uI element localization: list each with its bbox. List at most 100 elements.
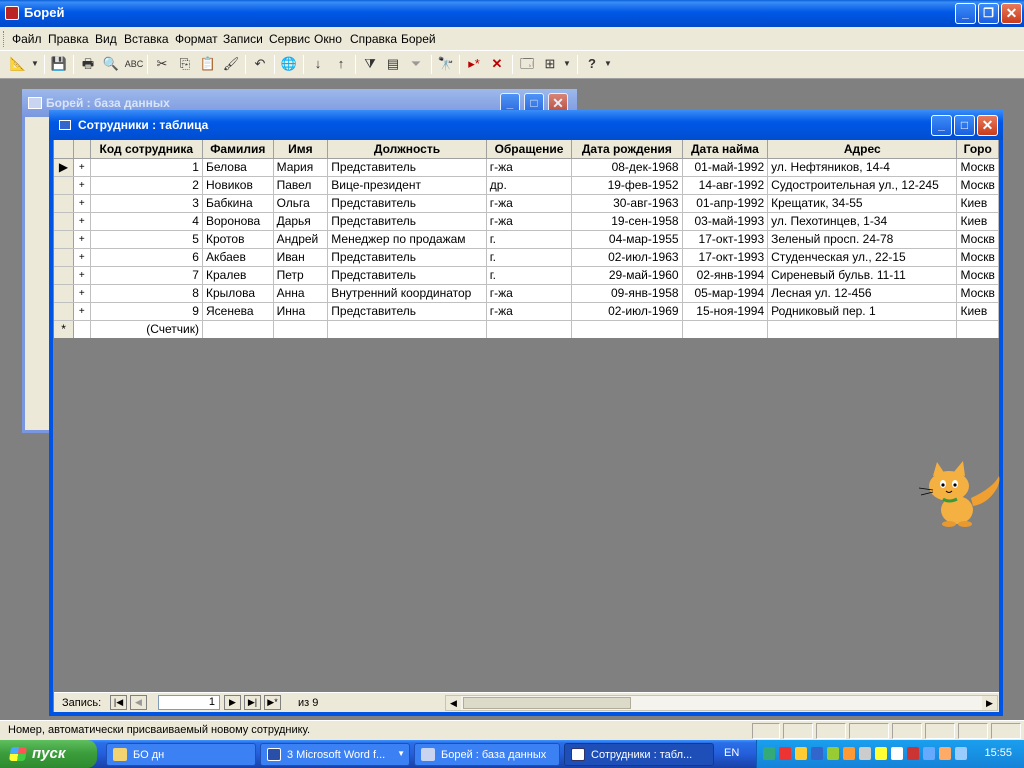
table-cell[interactable]: 19-фев-1952 [571,176,683,195]
help-icon[interactable]: ? [582,54,602,74]
tray-icon[interactable] [955,747,967,760]
hyperlink-icon[interactable]: 🌐 [279,54,299,74]
apply-filter-icon[interactable]: ⏷ [406,54,426,74]
paste-icon[interactable]: 📋 [198,54,218,74]
table-cell[interactable]: 04-мар-1955 [571,230,683,249]
minimize-button[interactable]: _ [955,3,976,24]
select-all-cell[interactable] [54,140,75,159]
table-cell[interactable]: Сиреневый бульв. 11-11 [767,266,958,285]
table-cell[interactable]: Петр [273,266,329,285]
column-header[interactable]: Дата рождения [571,140,683,159]
table-cell[interactable]: 29-май-1960 [571,266,683,285]
table-cell[interactable]: Кротов [202,230,274,249]
table-cell[interactable]: (Счетчик) [90,320,203,338]
table-cell[interactable] [682,320,769,338]
table-cell[interactable]: г. [486,248,573,267]
table-cell[interactable]: Киев [956,212,999,231]
table-cell[interactable]: Ольга [273,194,329,213]
database-window-icon[interactable]: 🗔 [517,54,537,74]
table-row[interactable]: +2 Новиков Павел Вице-президент др. 19-фев-19… [54,176,999,195]
table-cell[interactable]: Мария [273,158,329,177]
table-cell[interactable]: 17-окт-1993 [682,230,769,249]
save-icon[interactable]: 💾 [49,54,69,74]
table-cell[interactable]: Москв [956,284,999,303]
table-cell[interactable]: Вице-президент [327,176,487,195]
view-design-icon[interactable]: 📐 [8,54,28,74]
access-app-icon[interactable] [5,6,19,20]
expand-subdatasheet-icon[interactable]: + [73,158,91,177]
task-word[interactable]: 3 Microsoft Word f... ▼ [260,743,410,766]
table-cell[interactable]: Лесная ул. 12-456 [767,284,958,303]
table-cell[interactable]: Представитель [327,194,487,213]
table-row[interactable]: ▶ +1 Белова Мария Представитель г-жа 08-дек-19… [54,158,999,177]
table-row[interactable]: +4 Воронова Дарья Представитель г-жа 19-сен-1… [54,212,999,231]
column-header[interactable]: Адрес [767,140,958,159]
expand-subdatasheet-icon[interactable]: + [73,194,91,213]
record-selector[interactable] [54,248,75,267]
table-maximize-button[interactable]: □ [954,115,975,136]
close-button[interactable]: ✕ [1001,3,1022,24]
tray-icon[interactable] [779,747,791,760]
table-cell[interactable]: Москв [956,230,999,249]
menu-help[interactable]: Справка [350,32,397,46]
table-cell[interactable]: 4 [90,212,203,231]
table-cell[interactable]: Представитель [327,158,487,177]
new-object-dropdown-icon[interactable]: ▼ [562,54,572,74]
table-cell[interactable] [273,320,329,338]
record-selector[interactable] [54,176,75,195]
table-cell[interactable]: г-жа [486,212,573,231]
view-dropdown-icon[interactable]: ▼ [30,54,40,74]
menu-insert[interactable]: Вставка [124,32,169,46]
menu-edit[interactable]: Правка [48,32,89,46]
tray-icon[interactable] [907,747,919,760]
table-cell[interactable]: 1 [90,158,203,177]
record-selector[interactable] [54,230,75,249]
table-cell[interactable] [767,320,958,338]
table-cell[interactable]: 5 [90,230,203,249]
task-employees-table[interactable]: Сотрудники : табл... [564,743,714,766]
table-close-button[interactable]: ✕ [977,115,998,136]
column-header[interactable]: Обращение [486,140,573,159]
next-record-button[interactable]: ▶ [224,695,241,710]
table-row[interactable]: +5 Кротов Андрей Менеджер по продажам г. 04-м… [54,230,999,249]
table-cell[interactable] [327,320,487,338]
print-preview-icon[interactable]: 🔍 [101,54,121,74]
horizontal-scrollbar[interactable]: ◀ ▶ [445,695,998,711]
table-cell[interactable]: 15-ноя-1994 [682,302,769,321]
table-cell[interactable]: др. [486,176,573,195]
tray-icon[interactable] [891,747,903,760]
new-record-row[interactable]: * (Счетчик) [54,320,999,338]
last-record-button[interactable]: ▶| [244,695,261,710]
filter-by-selection-icon[interactable]: ⧩ [360,54,380,74]
table-cell[interactable]: г. [486,230,573,249]
table-cell[interactable]: Кралев [202,266,274,285]
table-cell[interactable]: 14-авг-1992 [682,176,769,195]
tray-icon[interactable] [795,747,807,760]
help-dropdown-icon[interactable]: ▼ [603,54,613,74]
expand-subdatasheet-icon[interactable]: + [73,212,91,231]
task-database[interactable]: Борей : база данных [414,743,560,766]
table-cell[interactable] [202,320,274,338]
column-header[interactable]: Должность [327,140,487,159]
tray-icon[interactable] [763,747,775,760]
format-painter-icon[interactable]: 🖌 [221,54,241,74]
expand-subdatasheet-icon[interactable]: + [73,284,91,303]
scroll-right-icon[interactable]: ▶ [982,696,997,710]
table-cell[interactable]: г. [486,266,573,285]
table-cell[interactable]: Представитель [327,248,487,267]
table-cell[interactable] [956,320,999,338]
record-selector[interactable] [54,302,75,321]
find-icon[interactable]: 🔭 [436,54,456,74]
copy-icon[interactable]: ⎘ [175,54,195,74]
table-cell[interactable]: 19-сен-1958 [571,212,683,231]
table-cell[interactable]: Студенческая ул., 22-15 [767,248,958,267]
column-header[interactable]: Код сотрудника [90,140,203,159]
menu-records[interactable]: Записи [223,32,263,46]
tray-icon[interactable] [843,747,855,760]
table-cell[interactable]: Внутренний координатор [327,284,487,303]
record-selector[interactable] [54,194,75,213]
table-cell[interactable]: Судостроительная ул., 12-245 [767,176,958,195]
tray-icon[interactable] [923,747,935,760]
filter-by-form-icon[interactable]: ▤ [383,54,403,74]
table-cell[interactable]: 09-янв-1958 [571,284,683,303]
